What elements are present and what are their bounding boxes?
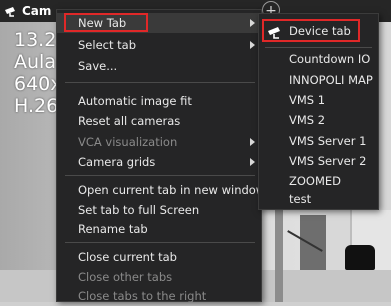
- submenu-item-vms-1[interactable]: VMS 1: [259, 90, 378, 111]
- new-tab-submenu: Device tab Countdown IO INNOPOLI MAP VMS…: [258, 13, 379, 210]
- menu-item-vca-visualization: VCA visualization: [57, 132, 261, 152]
- menu-item-label: Camera grids: [78, 155, 156, 169]
- menu-item-open-in-new-window[interactable]: Open current tab in new window: [57, 180, 265, 200]
- menu-item-label: Automatic image fit: [78, 94, 192, 108]
- camera-image-chair: [345, 245, 375, 270]
- menu-item-label: Close tabs to the right: [78, 289, 207, 303]
- menu-item-label: Save...: [78, 59, 118, 73]
- submenu-item-label: VMS Server 1: [289, 134, 367, 148]
- camera-overlay-line3: 640x: [14, 73, 62, 95]
- menu-item-select-tab[interactable]: Select tab: [57, 35, 261, 55]
- camera-icon: [267, 25, 283, 39]
- camera-overlay-line1: 13.2: [14, 29, 57, 51]
- submenu-item-label: ZOOMED: [289, 174, 342, 188]
- menu-separator: [65, 82, 255, 83]
- submenu-item-countdown-io[interactable]: Countdown IO: [259, 49, 378, 70]
- menu-item-new-tab[interactable]: New Tab: [57, 13, 261, 33]
- menu-item-label: Reset all cameras: [78, 114, 181, 128]
- tab-camera[interactable]: Cam: [0, 0, 55, 22]
- menu-item-save[interactable]: Save...: [57, 56, 261, 76]
- menu-item-set-full-screen[interactable]: Set tab to full Screen: [57, 200, 261, 220]
- submenu-item-label: Countdown IO: [289, 52, 371, 66]
- menu-separator: [65, 175, 255, 176]
- submenu-item-vms-2[interactable]: VMS 2: [259, 110, 378, 131]
- submenu-arrow-icon: [250, 138, 255, 146]
- tab-label: Cam: [22, 4, 52, 18]
- submenu-item-vms-server-1[interactable]: VMS Server 1: [259, 131, 378, 152]
- camera-image-pole: [275, 205, 283, 302]
- menu-item-label: Close current tab: [78, 250, 177, 264]
- menu-separator: [265, 47, 372, 48]
- submenu-item-label: INNOPOLI MAP: [289, 73, 373, 87]
- menu-item-label: New Tab: [78, 16, 127, 30]
- submenu-arrow-icon: [250, 19, 255, 27]
- menu-item-label: Close other tabs: [78, 270, 173, 284]
- menu-item-label: Open current tab in new window: [78, 183, 266, 197]
- menu-item-reset-all-cameras[interactable]: Reset all cameras: [57, 111, 261, 131]
- menu-item-close-current-tab[interactable]: Close current tab: [57, 247, 261, 267]
- menu-item-label: Select tab: [78, 38, 136, 52]
- submenu-item-innopoli-map[interactable]: INNOPOLI MAP: [259, 70, 378, 91]
- menu-item-rename-tab[interactable]: Rename tab: [57, 219, 261, 239]
- tab-context-menu: New Tab Select tab Save... Automatic ima…: [56, 9, 265, 303]
- submenu-item-label: Device tab: [289, 24, 351, 38]
- menu-separator: [65, 242, 255, 243]
- menu-item-close-tabs-right: Close tabs to the right: [57, 286, 261, 306]
- submenu-item-vms-server-2[interactable]: VMS Server 2: [259, 151, 378, 172]
- menu-item-label: Set tab to full Screen: [78, 203, 200, 217]
- camera-icon: [4, 4, 18, 18]
- submenu-item-label: test: [289, 192, 312, 206]
- menu-item-label: VCA visualization: [78, 135, 178, 149]
- menu-item-camera-grids[interactable]: Camera grids: [57, 152, 261, 172]
- submenu-item-device-tab[interactable]: Device tab: [259, 21, 378, 42]
- submenu-item-label: VMS 2: [289, 113, 326, 127]
- camera-overlay-line2: Aula: [14, 51, 56, 73]
- submenu-item-label: VMS Server 2: [289, 154, 367, 168]
- menu-item-label: Rename tab: [78, 222, 148, 236]
- submenu-item-label: VMS 1: [289, 93, 326, 107]
- menu-item-close-other-tabs: Close other tabs: [57, 267, 261, 287]
- camera-overlay-line4: H.26: [14, 95, 59, 117]
- menu-item-automatic-image-fit[interactable]: Automatic image fit: [57, 91, 261, 111]
- submenu-item-test[interactable]: test: [259, 189, 378, 210]
- submenu-arrow-icon: [250, 158, 255, 166]
- submenu-arrow-icon: [250, 41, 255, 49]
